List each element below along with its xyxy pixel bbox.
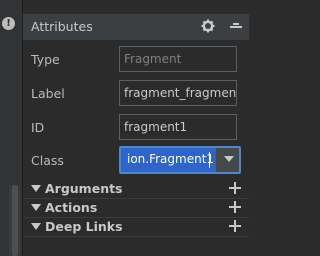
expand-arrow-icon[interactable] bbox=[31, 223, 41, 230]
gear-icon[interactable] bbox=[201, 19, 215, 33]
section-label: Deep Links bbox=[45, 219, 123, 234]
attributes-panel-window: ! Attributes Type Fragment Label fragmen… bbox=[0, 0, 249, 256]
type-field[interactable]: Fragment bbox=[119, 46, 237, 72]
section-label: Actions bbox=[45, 200, 98, 215]
expand-arrow-icon[interactable] bbox=[31, 185, 41, 192]
text-caret bbox=[209, 152, 210, 168]
section-label: Arguments bbox=[45, 181, 123, 196]
hide-panel-icon[interactable] bbox=[229, 19, 243, 33]
section-divider bbox=[23, 198, 249, 199]
id-field[interactable]: fragment1 bbox=[119, 114, 237, 140]
class-combo-box[interactable]: ion.Fragment1 bbox=[119, 146, 241, 174]
section-deep-links[interactable]: Deep Links bbox=[23, 219, 249, 237]
section-arguments[interactable]: Arguments bbox=[23, 181, 249, 199]
label-field[interactable]: fragment_fragment1 bbox=[119, 80, 237, 106]
chevron-down-icon[interactable] bbox=[224, 156, 234, 162]
class-value: ion.Fragment1 bbox=[127, 152, 215, 166]
attributes-header: Attributes bbox=[23, 14, 249, 40]
attributes-content: Type Fragment Label fragment_fragment1 I… bbox=[23, 40, 249, 256]
expand-arrow-icon[interactable] bbox=[31, 204, 41, 211]
class-input[interactable]: ion.Fragment1 bbox=[121, 148, 215, 172]
label-label: Label bbox=[31, 86, 65, 101]
combo-divider bbox=[215, 148, 216, 172]
add-action-icon[interactable] bbox=[229, 201, 241, 213]
section-actions[interactable]: Actions bbox=[23, 200, 249, 218]
id-label: ID bbox=[31, 120, 45, 135]
panel-title: Attributes bbox=[31, 19, 93, 34]
warning-icon[interactable]: ! bbox=[2, 17, 15, 30]
section-divider bbox=[23, 236, 249, 237]
add-deep-link-icon[interactable] bbox=[229, 220, 241, 232]
section-divider bbox=[23, 217, 249, 218]
type-label: Type bbox=[31, 52, 60, 67]
left-tool-strip: ! bbox=[0, 0, 22, 256]
add-argument-icon[interactable] bbox=[229, 182, 241, 194]
left-scrollbar-thumb[interactable] bbox=[12, 185, 18, 256]
class-label: Class bbox=[31, 153, 64, 168]
